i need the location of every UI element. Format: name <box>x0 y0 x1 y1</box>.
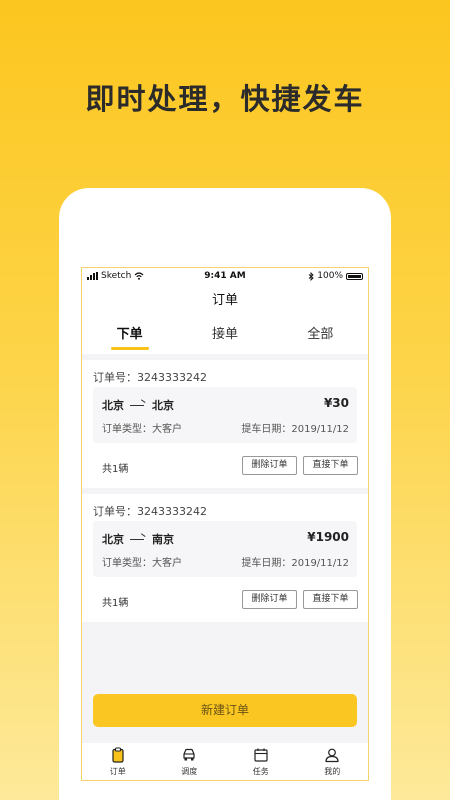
arrow-right-icon <box>130 536 146 542</box>
bottom-nav-dispatch[interactable]: 调度 <box>154 743 226 780</box>
car-icon <box>183 748 195 761</box>
order-type: 订单类型：大客户 <box>102 558 182 569</box>
bottom-nav: 订单 调度 任务 我的 <box>82 743 369 780</box>
order-route: 北京 南京 <box>102 531 174 547</box>
status-bar: Sketch 9:41 AM 100% <box>82 268 368 286</box>
delete-order-button[interactable]: 删除订单 <box>242 456 297 475</box>
order-detail: 北京 南京 ¥1900 订单类型：大客户 提车日期：2019/11/12 <box>93 521 357 577</box>
new-order-button[interactable]: 新建订单 <box>93 694 357 727</box>
order-number: 订单号：3243333242 <box>93 505 207 518</box>
vehicle-count: 共1辆 <box>102 464 129 475</box>
order-detail: 北京 北京 ¥30 订单类型：大客户 提车日期：2019/11/12 <box>93 387 357 443</box>
order-type: 订单类型：大客户 <box>102 424 182 435</box>
user-icon <box>325 748 339 763</box>
tab-place-order[interactable]: 下单 <box>82 316 177 354</box>
bottom-nav-label: 调度 <box>181 767 198 776</box>
order-card[interactable]: 订单号：3243333242 北京 北京 ¥30 订单类型：大客户 提车日期：2… <box>82 360 368 488</box>
direct-order-button[interactable]: 直接下单 <box>303 590 358 609</box>
bottom-nav-profile[interactable]: 我的 <box>297 743 369 780</box>
battery-icon <box>346 272 363 280</box>
bluetooth-icon <box>308 271 314 281</box>
order-price: ¥1900 <box>307 530 349 544</box>
page-title: 订单 <box>82 286 368 316</box>
order-number: 订单号：3243333242 <box>93 371 207 384</box>
bottom-nav-label: 订单 <box>109 767 126 776</box>
tab-accept-order[interactable]: 接单 <box>177 316 272 354</box>
arrow-right-icon <box>130 402 146 408</box>
bottom-nav-tasks[interactable]: 任务 <box>225 743 297 780</box>
bottom-nav-label: 我的 <box>324 767 341 776</box>
promo-headline: 即时处理，快捷发车 <box>85 82 365 116</box>
order-card[interactable]: 订单号：3243333242 北京 南京 ¥1900 订单类型：大客户 提车日期… <box>82 494 368 622</box>
route-to: 北京 <box>152 399 174 412</box>
pickup-date: 提车日期：2019/11/12 <box>241 558 349 569</box>
vehicle-count: 共1辆 <box>102 598 129 609</box>
app-screen: Sketch 9:41 AM 100% 订单 下单 接单 全部 订单号：3243… <box>81 267 369 781</box>
order-route: 北京 北京 <box>102 397 174 413</box>
tab-all[interactable]: 全部 <box>273 316 368 354</box>
delete-order-button[interactable]: 删除订单 <box>242 590 297 609</box>
battery-percent: 100% <box>317 271 343 281</box>
route-from: 北京 <box>102 399 124 412</box>
order-price: ¥30 <box>323 396 349 410</box>
bottom-nav-orders[interactable]: 订单 <box>82 743 154 780</box>
direct-order-button[interactable]: 直接下单 <box>303 456 358 475</box>
calendar-icon <box>254 748 268 762</box>
route-to: 南京 <box>152 533 174 546</box>
clipboard-icon <box>112 747 124 763</box>
bottom-nav-label: 任务 <box>252 767 269 776</box>
route-from: 北京 <box>102 533 124 546</box>
order-tabs: 下单 接单 全部 <box>82 316 368 354</box>
pickup-date: 提车日期：2019/11/12 <box>241 424 349 435</box>
